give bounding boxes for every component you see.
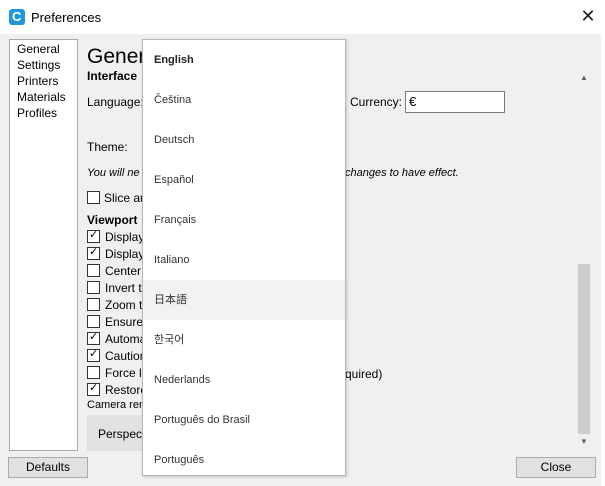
slice-auto-checkbox[interactable] <box>87 191 100 204</box>
camera-render-value: Perspect <box>98 427 146 441</box>
language-option[interactable]: Deutsch <box>143 120 345 160</box>
scroll-down-icon[interactable]: ▼ <box>577 434 591 450</box>
force-layer-tail: quired) <box>345 367 383 381</box>
theme-label: Theme: <box>87 140 128 154</box>
close-button[interactable]: Close <box>516 457 596 478</box>
language-option[interactable]: 한국어 <box>143 320 345 360</box>
viewport-option-checkbox[interactable] <box>87 315 100 328</box>
interface-heading: Interface <box>87 69 138 83</box>
checkmark-icon: ✓ <box>89 229 99 241</box>
preferences-sidebar: General Settings Printers Materials Prof… <box>9 39 78 451</box>
viewport-option-label: Automa <box>105 332 147 346</box>
viewport-option-label: Display <box>105 247 145 261</box>
app-icon-glyph: C <box>12 9 22 24</box>
viewport-option-label: Center <box>105 264 142 278</box>
close-window-icon[interactable]: ✕ <box>578 6 598 26</box>
app-icon: C <box>9 9 25 25</box>
viewport-option-label: Caution <box>105 349 147 363</box>
language-option[interactable]: Čeština <box>143 80 345 120</box>
language-option[interactable]: Español <box>143 160 345 200</box>
checkmark-icon: ✓ <box>89 331 99 343</box>
defaults-button[interactable]: Defaults <box>8 457 88 478</box>
language-option[interactable]: Italiano <box>143 240 345 280</box>
scroll-up-icon[interactable]: ▲ <box>577 70 591 86</box>
language-option[interactable]: English <box>143 40 345 80</box>
camera-render-select[interactable]: Perspect <box>87 415 147 451</box>
window-edge <box>601 34 605 486</box>
checkmark-icon: ✓ <box>89 382 99 394</box>
viewport-option-checkbox[interactable] <box>87 281 100 294</box>
viewport-option-checkbox[interactable]: ✓ <box>87 331 100 345</box>
viewport-option-label: Restore <box>105 383 148 397</box>
language-option[interactable]: Français <box>143 200 345 240</box>
sidebar-item-printers[interactable]: Printers <box>17 74 58 88</box>
viewport-option-label: Ensure <box>105 315 144 329</box>
checkmark-icon: ✓ <box>89 348 99 360</box>
viewport-option-checkbox[interactable]: ✓ <box>87 348 100 362</box>
viewport-option-checkbox[interactable]: ✓ <box>87 246 100 260</box>
viewport-heading: Viewport <box>87 213 138 227</box>
sidebar-item-settings[interactable]: Settings <box>17 58 60 72</box>
currency-label: Currency: <box>350 95 403 109</box>
checkmark-icon: ✓ <box>89 246 99 258</box>
camera-render-label: Camera ren <box>87 399 146 411</box>
language-option[interactable]: Português do Brasil <box>143 400 345 440</box>
window-title: Preferences <box>31 10 102 25</box>
viewport-option-label: Display <box>105 230 145 244</box>
slice-auto-label: Slice au <box>104 191 147 205</box>
sidebar-item-profiles[interactable]: Profiles <box>17 106 57 120</box>
scrollbar-thumb[interactable] <box>578 264 590 434</box>
viewport-option-checkbox[interactable] <box>87 366 100 379</box>
language-option[interactable]: 日本語 <box>143 280 345 320</box>
language-dropdown-list[interactable]: English Čeština Deutsch Español Français Ital… <box>142 39 346 476</box>
currency-input[interactable]: € <box>405 91 505 113</box>
viewport-option-checkbox[interactable] <box>87 264 100 277</box>
viewport-option-checkbox[interactable]: ✓ <box>87 229 100 243</box>
sidebar-item-general[interactable]: General <box>17 42 60 56</box>
sidebar-item-materials[interactable]: Materials <box>17 90 66 104</box>
language-option[interactable]: Português <box>143 440 345 480</box>
viewport-option-label: Invert t <box>105 281 142 295</box>
restart-note-tail: changes to have effect. <box>345 167 459 179</box>
restart-note: You will ne <box>87 167 140 179</box>
viewport-option-checkbox[interactable] <box>87 298 100 311</box>
language-option[interactable]: Nederlands <box>143 360 345 400</box>
viewport-option-checkbox[interactable]: ✓ <box>87 382 100 396</box>
language-label: Language: <box>87 95 144 109</box>
